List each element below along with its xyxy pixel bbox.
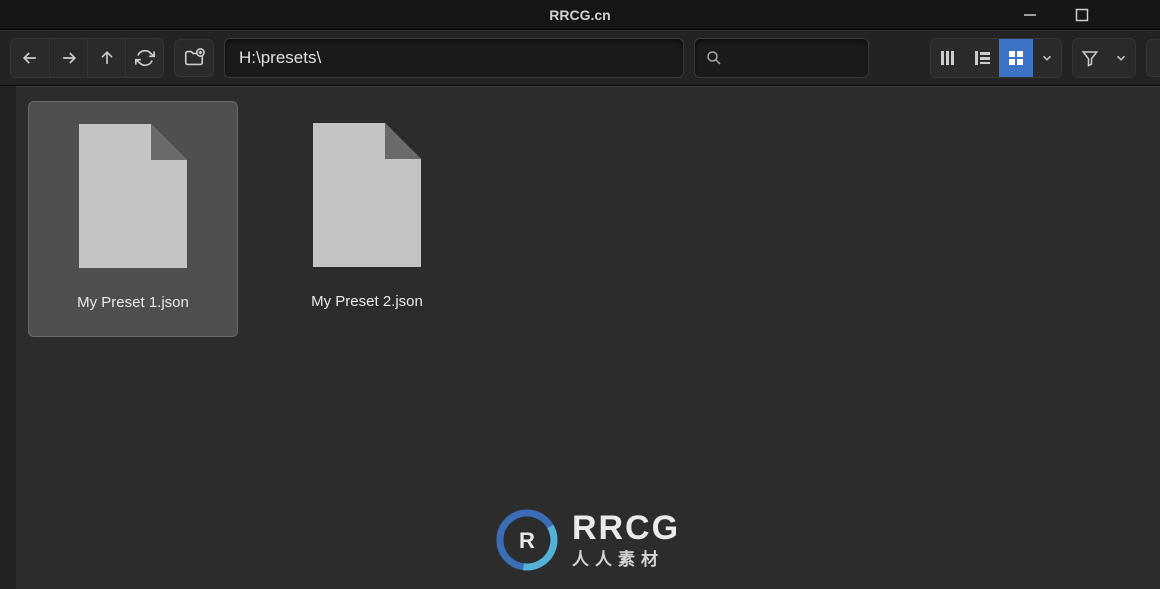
grid-icon [1007, 49, 1025, 67]
titlebar: RRCG.cn [0, 0, 1160, 30]
file-browser-area: My Preset 1.json My Preset 2.json R RRCG… [0, 86, 1160, 589]
list-horizontal-icon [973, 49, 991, 67]
watermark: R RRCG 人人素材 [496, 509, 680, 571]
list-horizontal-view-button[interactable] [965, 39, 999, 77]
file-grid[interactable]: My Preset 1.json My Preset 2.json R RRCG… [16, 86, 1160, 589]
arrow-up-icon [97, 48, 117, 68]
funnel-icon [1081, 49, 1099, 67]
settings-edge-button[interactable] [1146, 39, 1160, 77]
filter-group [1072, 38, 1136, 78]
window-controls [1004, 0, 1160, 30]
file-item[interactable]: My Preset 2.json [262, 101, 472, 337]
minimize-icon [1023, 8, 1037, 22]
maximize-button[interactable] [1056, 0, 1108, 30]
window-title: RRCG.cn [549, 7, 610, 23]
back-button[interactable] [11, 39, 49, 77]
toolbar [0, 30, 1160, 86]
minimize-button[interactable] [1004, 0, 1056, 30]
nav-group [10, 38, 164, 78]
watermark-main: RRCG [572, 511, 680, 545]
file-name-label: My Preset 2.json [311, 293, 423, 310]
forward-button[interactable] [49, 39, 87, 77]
arrow-left-icon [20, 48, 40, 68]
refresh-icon [135, 48, 155, 68]
thumbnail-view-button[interactable] [999, 39, 1033, 77]
filter-button[interactable] [1073, 39, 1107, 77]
file-icon [313, 123, 421, 267]
view-dropdown-button[interactable] [1033, 39, 1061, 77]
search-icon [705, 49, 723, 67]
path-input[interactable] [224, 38, 684, 78]
new-folder-button[interactable] [174, 39, 214, 77]
search-box[interactable] [694, 38, 869, 78]
list-vertical-view-button[interactable] [931, 39, 965, 77]
view-mode-group [930, 38, 1062, 78]
watermark-text: RRCG 人人素材 [572, 511, 680, 570]
left-gutter [0, 86, 16, 589]
chevron-down-icon [1114, 51, 1128, 65]
new-folder-icon [183, 47, 205, 69]
maximize-icon [1075, 8, 1089, 22]
svg-text:R: R [519, 528, 535, 553]
file-name-label: My Preset 1.json [77, 294, 189, 311]
chevron-down-icon [1040, 51, 1054, 65]
refresh-button[interactable] [125, 39, 163, 77]
arrow-right-icon [59, 48, 79, 68]
list-vertical-icon [939, 49, 957, 67]
file-icon [79, 124, 187, 268]
watermark-logo-icon: R [496, 509, 558, 571]
filter-dropdown-button[interactable] [1107, 39, 1135, 77]
watermark-sub: 人人素材 [572, 545, 680, 570]
up-button[interactable] [87, 39, 125, 77]
file-item[interactable]: My Preset 1.json [28, 101, 238, 337]
